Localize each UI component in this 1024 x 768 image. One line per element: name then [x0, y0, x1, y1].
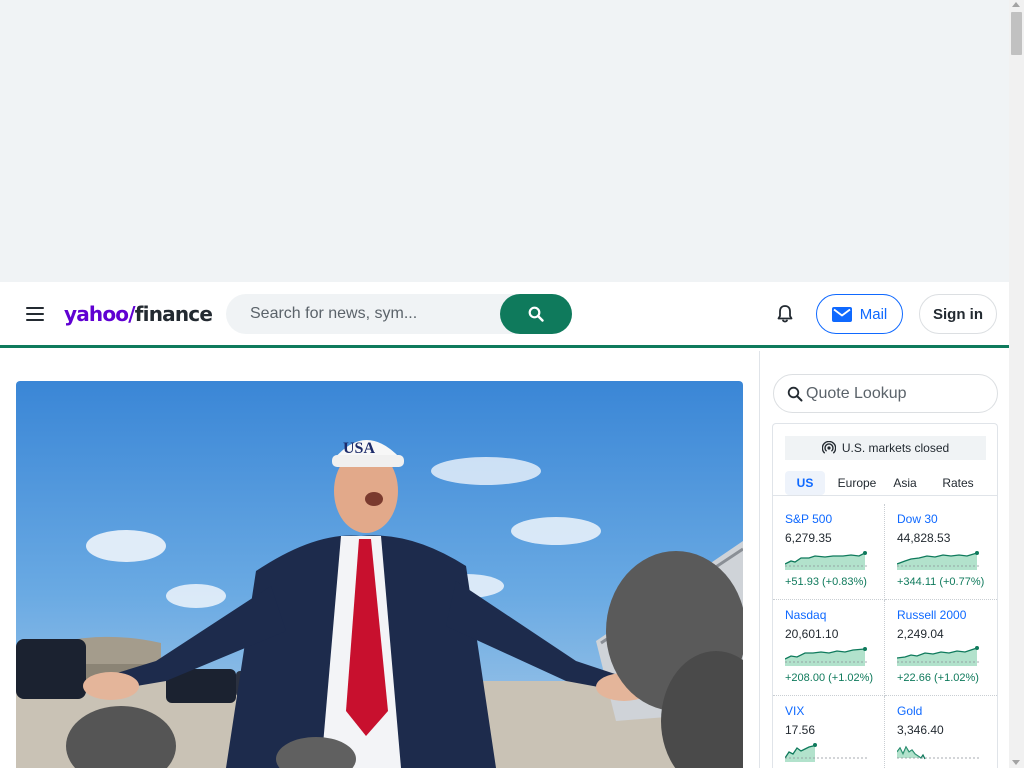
index-value: 44,828.53: [897, 531, 951, 545]
site-header: yahoo/finance Mail Sign in: [0, 282, 1009, 348]
index-tile-vix[interactable]: VIX 17.56: [773, 696, 885, 768]
market-status-text: U.S. markets closed: [841, 441, 950, 455]
tab-europe[interactable]: Europe: [833, 471, 881, 495]
index-value: 2,249.04: [897, 627, 944, 641]
index-tile-russell2000[interactable]: Russell 2000 2,249.04 +22.66 (+1.02%): [885, 600, 997, 696]
index-change: +22.66 (+1.02%): [897, 672, 979, 684]
index-value: 17.56: [785, 723, 816, 737]
index-tile-sp500[interactable]: S&P 500 6,279.35 +51.93 (+0.83%): [773, 504, 885, 600]
quote-lookup-bar: [773, 374, 998, 413]
advertisement-area: [0, 0, 1009, 282]
mail-label: Mail: [859, 305, 888, 323]
index-value: 20,601.10: [785, 627, 839, 641]
search-icon: [787, 386, 803, 402]
search-bar: [226, 294, 572, 334]
market-summary-card: U.S. markets closed US Europe Asia Rates…: [772, 423, 998, 768]
index-tile-dow30[interactable]: Dow 30 44,828.53 +344.11 (+0.77%): [885, 504, 997, 600]
mail-button[interactable]: Mail: [816, 294, 903, 334]
index-change: +51.93 (+0.83%): [785, 576, 867, 588]
sparkline-chart: [785, 743, 867, 762]
region-tabs: US Europe Asia Rates: [773, 471, 997, 496]
scroll-down-arrow-icon[interactable]: [1012, 760, 1020, 765]
sparkline-chart: [785, 647, 867, 666]
sparkline-chart: [785, 551, 867, 570]
tab-asia[interactable]: Asia: [889, 471, 921, 495]
index-change: +344.11 (+0.77%): [897, 576, 985, 588]
index-change: +208.00 (+1.02%): [785, 672, 874, 684]
index-name[interactable]: S&P 500: [785, 512, 832, 526]
markets-sidebar: U.S. markets closed US Europe Asia Rates…: [759, 351, 1009, 768]
sparkline-chart: [897, 745, 979, 760]
index-name[interactable]: Dow 30: [897, 512, 938, 526]
search-input[interactable]: [226, 294, 500, 334]
hamburger-icon[interactable]: [22, 303, 48, 325]
sign-in-button[interactable]: Sign in: [919, 294, 997, 334]
search-button[interactable]: [500, 294, 572, 334]
broadcast-icon: [821, 441, 836, 454]
index-name[interactable]: Gold: [897, 704, 922, 718]
envelope-icon: [831, 306, 852, 322]
index-tile-gold[interactable]: Gold 3,346.40: [885, 696, 997, 768]
index-value: 6,279.35: [785, 531, 832, 545]
page-scrollbar[interactable]: [1009, 0, 1024, 768]
hero-article-image[interactable]: USA: [16, 381, 743, 768]
search-icon: [528, 306, 544, 322]
scroll-up-arrow-icon[interactable]: [1012, 2, 1020, 7]
quote-lookup-input[interactable]: [806, 375, 991, 412]
tab-rates[interactable]: Rates: [941, 471, 975, 495]
tab-us[interactable]: US: [785, 471, 825, 495]
yahoo-finance-logo[interactable]: yahoo/finance: [64, 300, 213, 328]
sparkline-chart: [897, 646, 979, 666]
index-value: 3,346.40: [897, 723, 944, 737]
index-name[interactable]: VIX: [785, 704, 804, 718]
bell-icon[interactable]: [773, 302, 797, 326]
svg-text:USA: USA: [343, 440, 375, 457]
index-tile-nasdaq[interactable]: Nasdaq 20,601.10 +208.00 (+1.02%): [773, 600, 885, 696]
index-name[interactable]: Nasdaq: [785, 608, 826, 622]
sparkline-chart: [897, 551, 979, 570]
index-name[interactable]: Russell 2000: [897, 608, 966, 622]
market-status-banner: U.S. markets closed: [785, 436, 986, 460]
scroll-thumb[interactable]: [1011, 12, 1022, 55]
